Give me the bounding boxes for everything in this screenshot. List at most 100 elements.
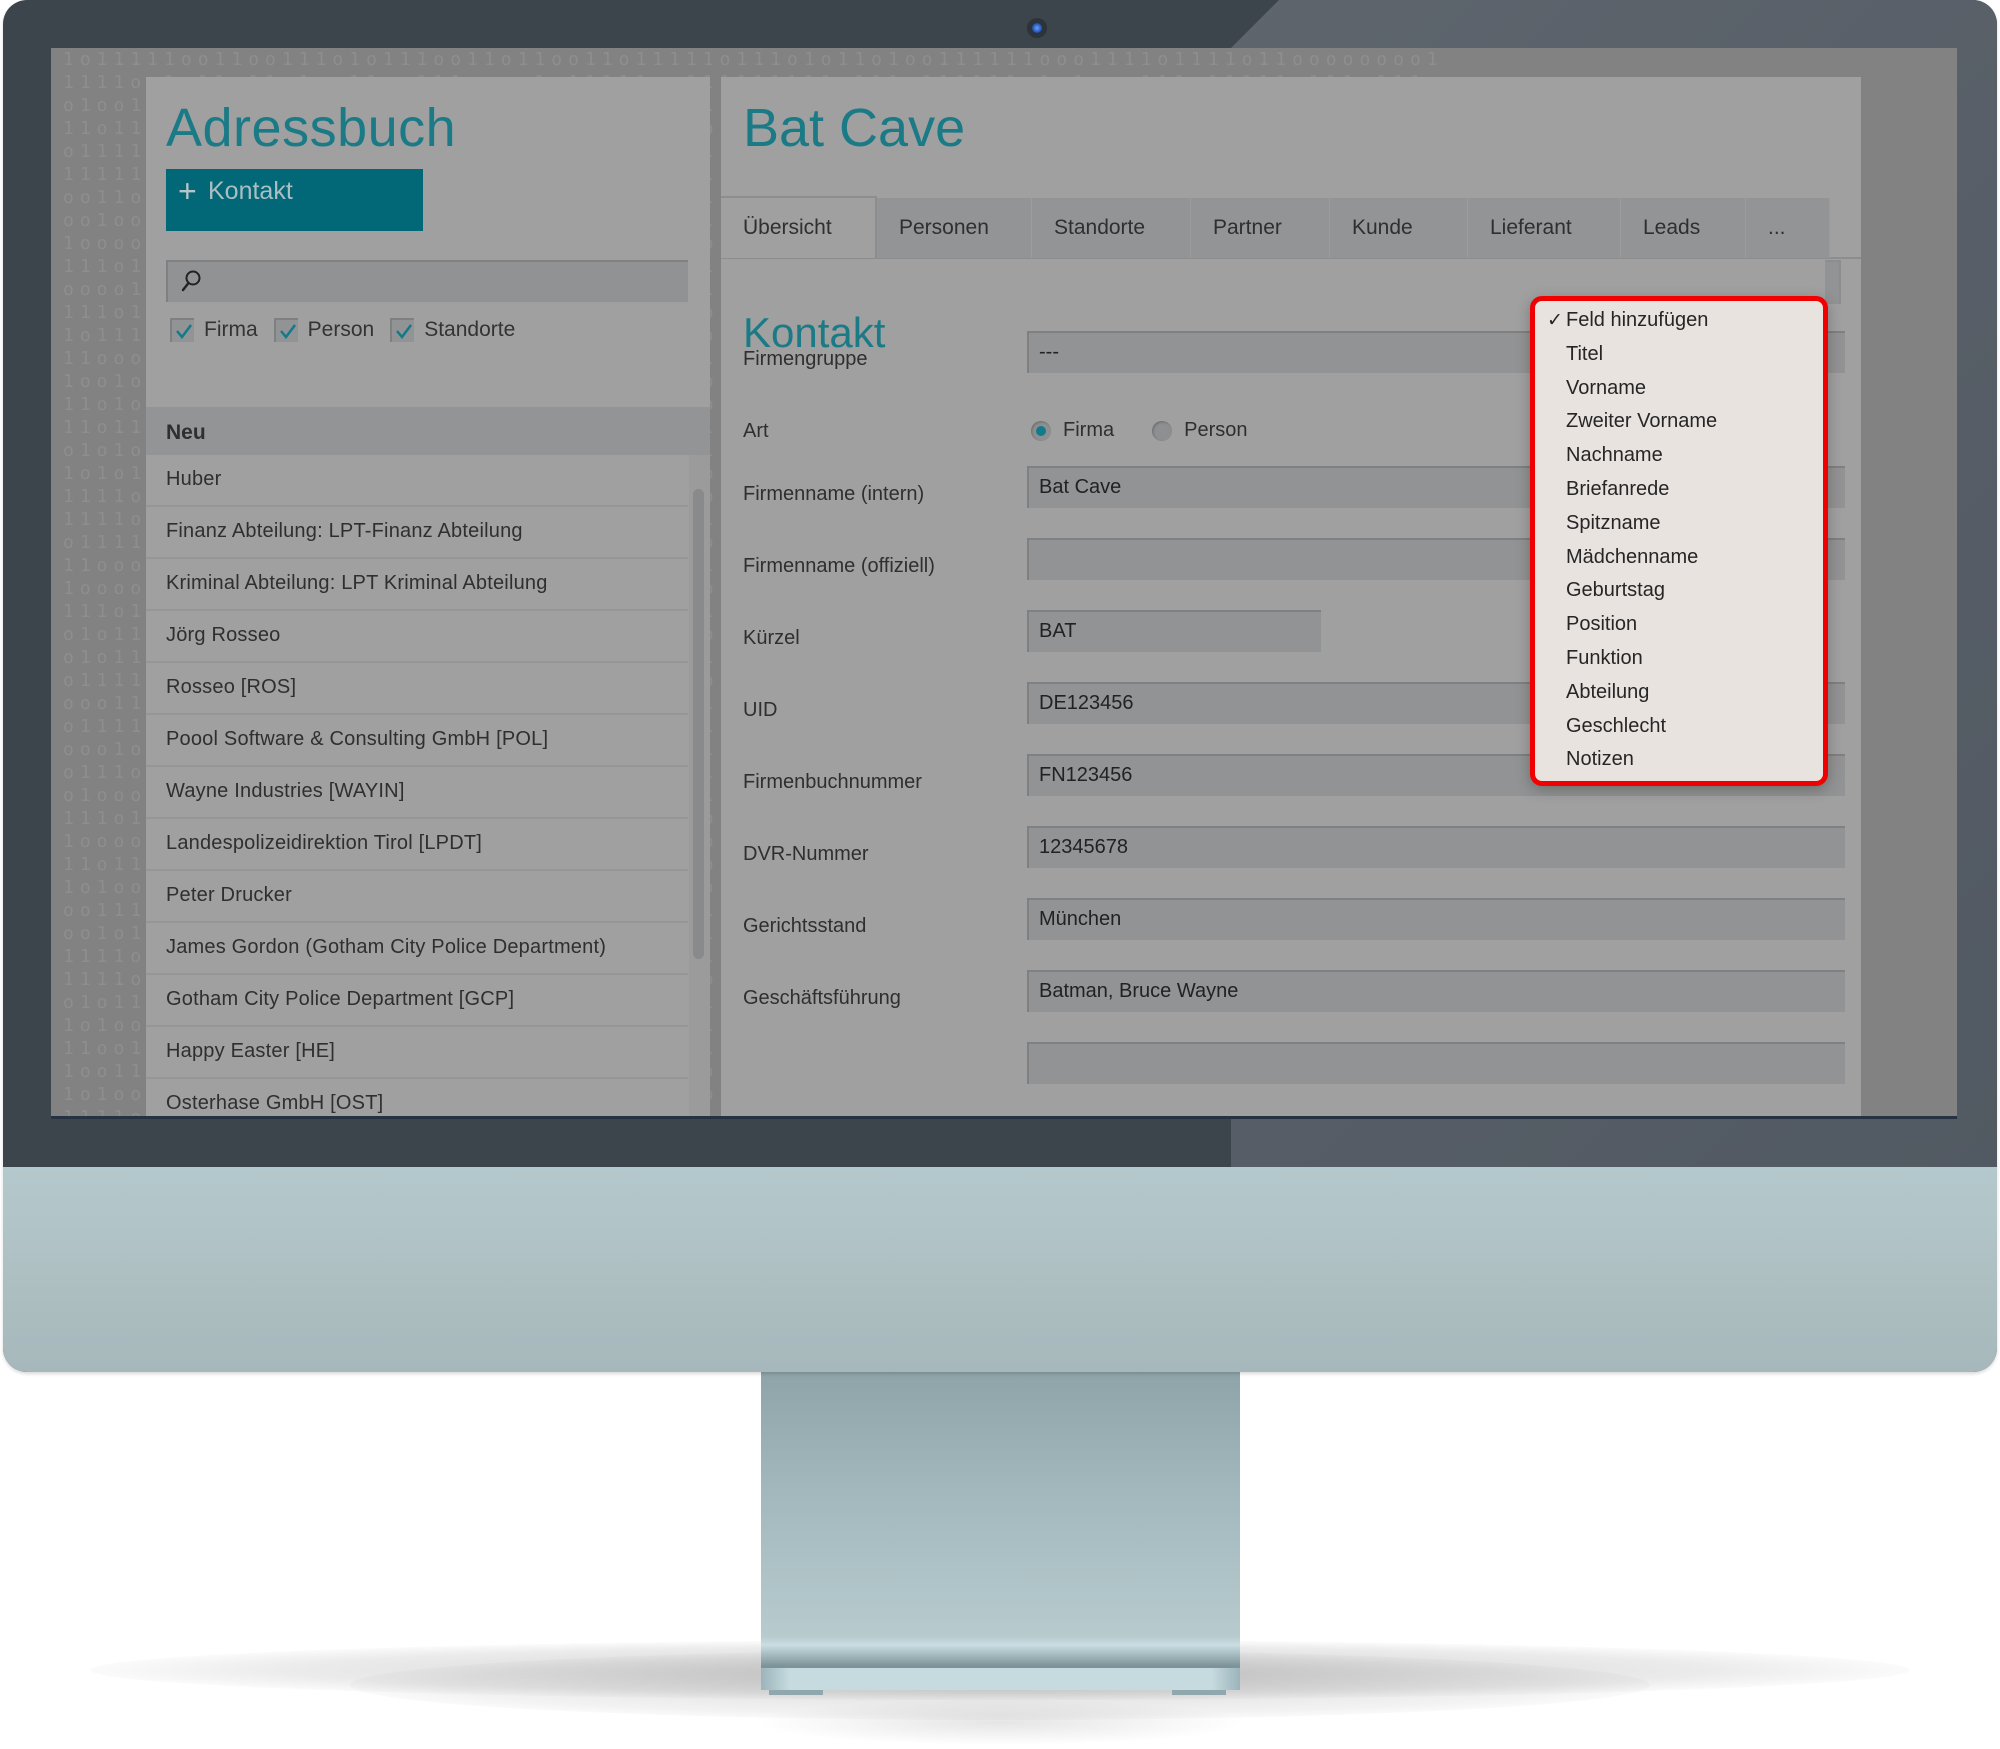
contact-list-item[interactable]: Rosseo [ROS]: [146, 663, 688, 715]
dropdown-option[interactable]: Geburtstag: [1566, 579, 1665, 602]
checkmark-icon: [396, 324, 413, 340]
sidebar: Adressbuch + Kontakt Firma Person Stando…: [146, 77, 710, 1119]
search-icon: [181, 270, 201, 292]
contact-list-item-label: Poool Software & Consulting GmbH [POL]: [166, 728, 549, 750]
tab-leads[interactable]: Leads: [1621, 198, 1746, 258]
dropdown-option[interactable]: Mädchenname: [1566, 546, 1698, 569]
gerichtsstand-input[interactable]: München: [1027, 898, 1845, 940]
dropdown-option[interactable]: Nachname: [1566, 444, 1663, 467]
monitor-stand: [761, 1372, 1240, 1672]
kuerzel-label: Kürzel: [743, 627, 800, 649]
tab-standorte[interactable]: Standorte: [1032, 198, 1191, 258]
app-title: Adressbuch: [166, 98, 457, 158]
filter-person-checkbox[interactable]: Person: [273, 318, 375, 342]
stand-shadow: [760, 1700, 1240, 1745]
tab-label: Kunde: [1352, 216, 1413, 239]
list-scrollbar-thumb[interactable]: [693, 489, 704, 959]
contact-list-item-label: Osterhase GmbH [OST]: [166, 1092, 384, 1114]
dropdown-option[interactable]: Spitzname: [1566, 512, 1661, 535]
tab-label: Personen: [899, 216, 989, 239]
contact-list-item[interactable]: Happy Easter [HE]: [146, 1027, 688, 1079]
contact-list-item[interactable]: Jörg Rosseo: [146, 611, 688, 663]
geschaeftsfuehrung-input[interactable]: Batman, Bruce Wayne: [1027, 970, 1845, 1012]
checkmark-icon: [176, 324, 192, 340]
contact-list-item[interactable]: Finanz Abteilung: LPT-Finanz Abteilung: [146, 507, 688, 559]
dropdown-option[interactable]: Feld hinzufügen: [1566, 309, 1708, 332]
dropdown-option[interactable]: Abteilung: [1566, 681, 1649, 704]
tab-label: Standorte: [1054, 216, 1146, 239]
add-contact-label: Kontakt: [208, 177, 293, 205]
contact-list-item[interactable]: Gotham City Police Department [GCP]: [146, 975, 688, 1027]
add-field-select-edge[interactable]: [1825, 260, 1841, 304]
list-group-header-label: Neu: [166, 421, 206, 444]
tab-partner[interactable]: Partner: [1191, 198, 1330, 258]
contact-list-item[interactable]: Huber: [146, 455, 688, 507]
dropdown-option[interactable]: Funktion: [1566, 647, 1643, 670]
dvr-nummer-label: DVR-Nummer: [743, 843, 869, 865]
dropdown-option[interactable]: Geschlecht: [1566, 715, 1666, 738]
kuerzel-input[interactable]: BAT: [1027, 610, 1321, 652]
contact-list-item[interactable]: Osterhase GmbH [OST]: [146, 1079, 688, 1119]
dropdown-option[interactable]: Briefanrede: [1566, 478, 1669, 501]
add-contact-button[interactable]: + Kontakt: [166, 169, 423, 231]
filter-standorte-label: Standorte: [424, 318, 516, 341]
tab-kunde[interactable]: Kunde: [1330, 198, 1468, 258]
tab-more[interactable]: ...: [1746, 198, 1830, 258]
contact-list-item[interactable]: Landespolizeidirektion Tirol [LPDT]: [146, 819, 688, 871]
filter-standorte-checkbox[interactable]: Standorte: [390, 318, 515, 342]
dropdown-option[interactable]: Vorname: [1566, 377, 1646, 400]
art-radio-firma-label: Firma: [1063, 419, 1115, 441]
contact-list-item[interactable]: Poool Software & Consulting GmbH [POL]: [146, 715, 688, 767]
contact-list-item[interactable]: Peter Drucker: [146, 871, 688, 923]
art-radio-firma[interactable]: Firma: [1031, 419, 1114, 442]
dropdown-option[interactable]: Zweiter Vorname: [1566, 410, 1717, 433]
dropdown-option[interactable]: Position: [1566, 613, 1637, 636]
tab-label: ...: [1768, 216, 1786, 239]
gerichtsstand-label: Gerichtsstand: [743, 915, 867, 937]
dvr-nummer-input[interactable]: 12345678: [1027, 826, 1845, 868]
contact-list-item-label: Rosseo [ROS]: [166, 676, 297, 698]
contact-list-item-label: Peter Drucker: [166, 884, 292, 906]
tab-label: Leads: [1643, 216, 1701, 239]
tab-bar: Übersicht Personen Standorte Partner Kunde Li…: [721, 196, 1830, 258]
tab-personen[interactable]: Personen: [877, 198, 1032, 258]
contact-list-item-label: James Gordon (Gotham City Police Departm…: [166, 936, 607, 958]
contact-list-item-label: Wayne Industries [WAYIN]: [166, 780, 405, 802]
filter-person-label: Person: [307, 318, 375, 341]
contact-list-item-label: Jörg Rosseo: [166, 624, 281, 646]
radio-unselected-icon: [1152, 420, 1173, 441]
firmenname-intern-label: Firmenname (intern): [743, 483, 925, 505]
contact-list-item-label: Huber: [166, 468, 222, 490]
filter-firma-label: Firma: [204, 318, 258, 341]
tab-label: Lieferant: [1490, 216, 1572, 239]
screen-edge: [51, 1116, 1957, 1119]
filter-checkboxes: Firma Person Standorte: [170, 318, 531, 342]
checkmark-icon: ✓: [1547, 310, 1563, 331]
next-field-input[interactable]: [1027, 1042, 1845, 1084]
checkmark-icon: [279, 324, 296, 340]
dropdown-option[interactable]: Titel: [1566, 343, 1603, 366]
contact-list-item-label: Landespolizeidirektion Tirol [LPDT]: [166, 832, 483, 854]
tab-label: Partner: [1213, 216, 1282, 239]
contact-list-item-label: Happy Easter [HE]: [166, 1040, 336, 1062]
firmengruppe-label: Firmengruppe: [743, 348, 868, 370]
dropdown-option[interactable]: Notizen: [1566, 748, 1634, 771]
tab-label: Übersicht: [743, 216, 832, 239]
webcam-icon: [1027, 18, 1047, 38]
contact-list-item-label: Finanz Abteilung: LPT-Finanz Abteilung: [166, 520, 523, 542]
filter-firma-checkbox[interactable]: Firma: [170, 318, 258, 342]
tab-übersicht[interactable]: Übersicht: [721, 196, 877, 258]
art-radio-group: Firma Person: [1031, 419, 1285, 442]
search-input[interactable]: [166, 260, 688, 302]
art-radio-person[interactable]: Person: [1152, 419, 1247, 442]
radio-selected-icon: [1031, 420, 1051, 441]
contact-list: Huber Finanz Abteilung: LPT-Finanz Abteil…: [146, 455, 688, 1119]
geschaeftsfuehrung-label: Geschäftsführung: [743, 987, 901, 1009]
monitor-stand-base: [761, 1668, 1240, 1690]
art-radio-person-label: Person: [1184, 419, 1248, 441]
contact-list-item[interactable]: Wayne Industries [WAYIN]: [146, 767, 688, 819]
contact-list-item[interactable]: James Gordon (Gotham City Police Departm…: [146, 923, 688, 975]
contact-list-item[interactable]: Kriminal Abteilung: LPT Kriminal Abteilu…: [146, 559, 688, 611]
contact-title: Bat Cave: [743, 98, 966, 158]
tab-lieferant[interactable]: Lieferant: [1468, 198, 1621, 258]
